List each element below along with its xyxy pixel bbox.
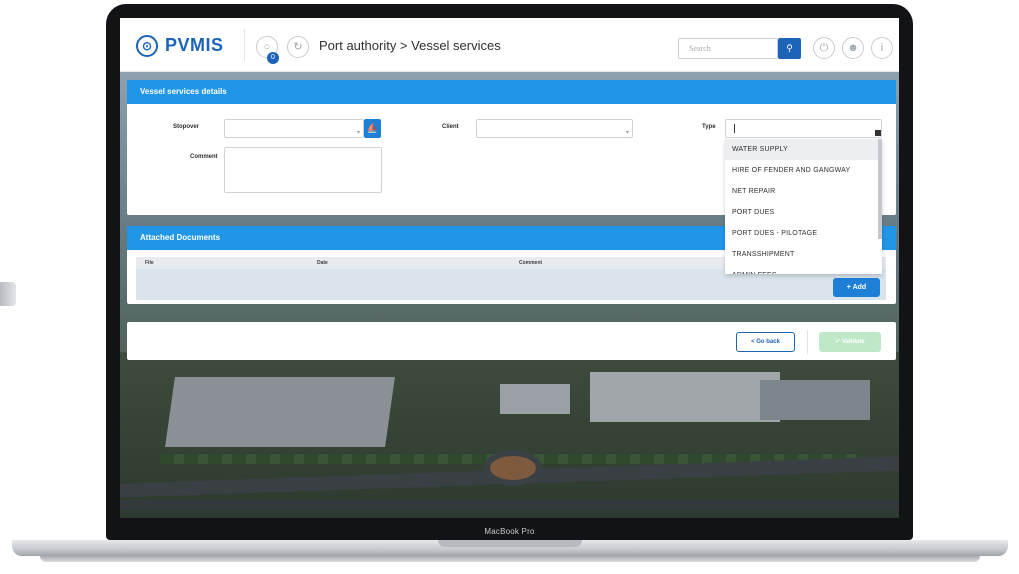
client-label: Client xyxy=(442,124,459,130)
chevron-down-icon: ▾ xyxy=(625,130,629,136)
type-dropdown-list: WATER SUPPLY HIRE OF FENDER AND GANGWAY … xyxy=(725,139,882,274)
actions-divider xyxy=(807,330,808,354)
actions-panel: < Go back ✓ Validate xyxy=(127,322,896,360)
header-divider xyxy=(244,29,245,61)
type-select[interactable] xyxy=(725,119,882,138)
user-icon: ☻ xyxy=(847,42,859,54)
dropdown-scrollbar[interactable] xyxy=(878,139,882,239)
chevron-down-icon: ▾ xyxy=(356,130,360,136)
type-option[interactable]: WATER SUPPLY xyxy=(725,139,882,160)
comment-label: Comment xyxy=(190,154,218,160)
info-button[interactable]: i xyxy=(871,37,893,59)
laptop-base-foot xyxy=(40,556,980,562)
validate-button[interactable]: ✓ Validate xyxy=(819,332,881,352)
screen: ⊙ PVMIS ○ 0 ↻ Port authority > Vessel se… xyxy=(120,18,899,518)
background-device-edge xyxy=(0,282,16,306)
type-option[interactable]: ADMIN FEES xyxy=(725,265,882,274)
user-button[interactable]: ☻ xyxy=(842,37,864,59)
column-header-date: Date xyxy=(317,260,328,266)
type-label: Type xyxy=(702,124,716,130)
stopover-field[interactable]: ▾ xyxy=(224,119,364,138)
app-header: ⊙ PVMIS ○ 0 ↻ Port authority > Vessel se… xyxy=(120,18,899,72)
logo-icon: ⊙ xyxy=(136,35,158,57)
search-input[interactable]: Search xyxy=(678,38,778,59)
stopover-lookup-button[interactable]: ⛵ xyxy=(364,119,381,138)
stopover-label: Stopover xyxy=(173,124,200,130)
column-header-comment: Comment xyxy=(519,260,543,266)
add-document-button[interactable]: + Add xyxy=(833,278,880,297)
type-option[interactable]: HIRE OF FENDER AND GANGWAY xyxy=(725,160,882,181)
info-icon: i xyxy=(880,42,884,54)
bell-icon: ○ xyxy=(263,41,271,53)
client-select[interactable]: ▾ xyxy=(476,119,633,138)
type-option[interactable]: PORT DUES - PILOTAGE xyxy=(725,223,882,244)
app-logo-text[interactable]: PVMIS xyxy=(165,35,224,56)
search-icon: ⚲ xyxy=(786,43,793,53)
dropdown-toggle-icon[interactable] xyxy=(875,130,881,136)
type-option[interactable]: PORT DUES xyxy=(725,202,882,223)
panel-title: Vessel services details xyxy=(127,80,896,104)
device-brand-label: MacBook Pro xyxy=(484,527,535,536)
go-back-button[interactable]: < Go back xyxy=(736,332,795,352)
refresh-button[interactable]: ↻ xyxy=(287,36,309,58)
breadcrumb: Port authority > Vessel services xyxy=(319,38,501,53)
notification-badge: 0 xyxy=(267,52,279,64)
laptop-notch xyxy=(438,540,582,547)
search-button[interactable]: ⚲ xyxy=(778,38,801,59)
power-button[interactable]: ⏻ xyxy=(813,37,835,59)
type-option[interactable]: NET REPAIR xyxy=(725,181,882,202)
type-option[interactable]: TRANSSHIPMENT xyxy=(725,244,882,265)
text-cursor xyxy=(734,124,735,133)
refresh-icon: ↻ xyxy=(293,41,303,53)
ship-icon: ⛵ xyxy=(366,123,379,133)
column-header-file: File xyxy=(145,260,154,266)
comment-textarea[interactable] xyxy=(224,147,382,193)
power-icon: ⏻ xyxy=(819,42,829,54)
